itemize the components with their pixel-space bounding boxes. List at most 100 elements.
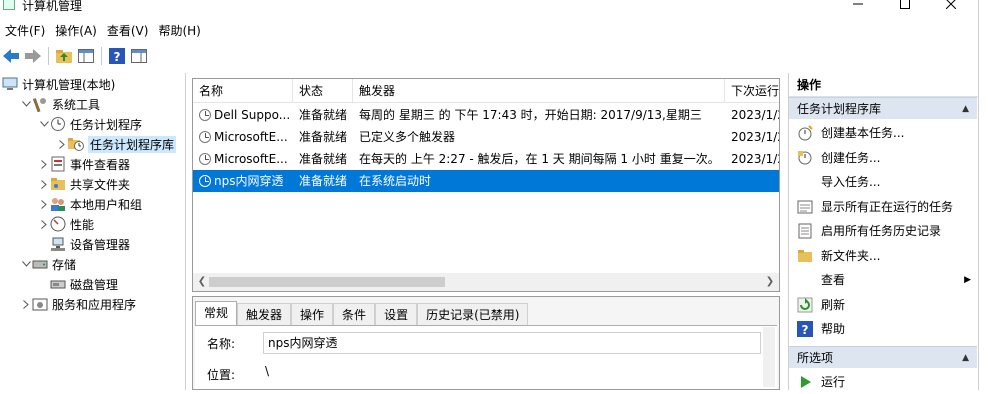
chevron-right-icon[interactable] — [38, 218, 50, 230]
close-button[interactable] — [928, 0, 974, 14]
chevron-right-icon[interactable] — [20, 298, 32, 310]
chevron-right-icon[interactable] — [38, 178, 50, 190]
task-cell-next: 2023/1/2 — [731, 104, 779, 126]
tree-node[interactable]: 任务计划程序 — [38, 114, 142, 134]
task-cell-name: MicrosoftE... — [199, 126, 293, 148]
tree-node[interactable]: 系统工具 — [20, 94, 100, 114]
console-tree-icon — [78, 49, 94, 63]
task-cell-text: 2023/1/2 — [731, 108, 779, 122]
column-header-status[interactable]: 状态 — [293, 79, 353, 103]
minimize-button[interactable] — [835, 0, 881, 14]
task-cell-text: Dell Suppo... — [214, 108, 291, 122]
tab-general[interactable]: 常规 — [195, 301, 238, 325]
chevron-right-icon[interactable] — [38, 158, 50, 170]
menu-file[interactable]: 文件(F) — [0, 20, 50, 42]
scroll-right-icon[interactable]: ❯ — [763, 275, 777, 289]
menu-help[interactable]: 帮助(H) — [153, 20, 205, 42]
column-header-next-run[interactable]: 下次运行 — [725, 79, 779, 103]
task-cell-trigger: 每周的 星期三 的 下午 17:43 时，开始日期: 2017/9/13,星期三 — [359, 104, 725, 126]
action-item[interactable]: 启用所有任务历史记录 — [789, 219, 977, 243]
action-item[interactable]: 新文件夹... — [789, 244, 977, 268]
tree-node[interactable]: 任务计划程序库 — [56, 134, 177, 154]
console-tree: 计算机管理(本地) 系统工具 任务计划程序 任务计划程序库 事件查看器 共享文件夹 本地用户… — [0, 73, 186, 390]
tree-node[interactable]: 性能 — [38, 214, 94, 234]
actions-title: 操作 — [789, 73, 979, 97]
tree-node-label: 性能 — [70, 217, 95, 232]
action-item[interactable]: 创建基本任务... — [789, 121, 977, 145]
refresh-icon — [797, 297, 813, 313]
name-label: 名称: — [207, 337, 236, 351]
action-item[interactable]: 运行 — [789, 370, 977, 394]
action-item[interactable]: 查看 ▶ — [789, 268, 977, 292]
tab-settings[interactable]: 设置 — [375, 303, 418, 325]
chevron-down-icon[interactable] — [20, 258, 32, 270]
column-header-name[interactable]: 名称 — [193, 79, 293, 103]
scroll-left-icon[interactable]: ❮ — [195, 275, 209, 289]
actions-section-library[interactable]: 任务计划程序库 ▲ — [789, 97, 977, 119]
back-button[interactable] — [2, 47, 20, 65]
show-hide-tree-button[interactable] — [77, 47, 95, 65]
up-folder-button[interactable] — [55, 47, 73, 65]
help-toolbar-button[interactable]: ? — [108, 47, 126, 65]
tree-node[interactable]: 共享文件夹 — [38, 174, 130, 194]
task-cell-name: MicrosoftE... — [199, 148, 293, 170]
chevron-down-icon[interactable] — [38, 118, 50, 130]
name-field[interactable]: nps内网穿透 — [263, 332, 761, 354]
task-cell-name: nps内网穿透 — [199, 170, 293, 192]
chevron-down-icon[interactable] — [20, 98, 32, 110]
task-cell-text: nps内网穿透 — [214, 174, 284, 188]
action-item[interactable]: 显示所有正在运行的任务 — [789, 195, 977, 219]
action-item-label: 启用所有任务历史记录 — [821, 224, 942, 238]
action-item[interactable]: 导入任务... — [789, 170, 977, 194]
storage-icon — [32, 256, 48, 272]
task-cell-text: 准备就绪 — [299, 108, 348, 122]
task-cell-text: 准备就绪 — [299, 152, 348, 166]
task-clock-icon — [199, 131, 211, 143]
tree-node[interactable]: 计算机管理(本地) — [2, 74, 115, 94]
tree-node[interactable]: 事件查看器 — [38, 154, 130, 174]
minimize-icon — [853, 3, 863, 5]
task-row[interactable]: MicrosoftE... 准备就绪 在每天的 上午 2:27 - 触发后，在 1 … — [193, 148, 779, 170]
column-header-trigger[interactable]: 触发器 — [353, 79, 725, 103]
task-cell-name: Dell Suppo... — [199, 104, 293, 126]
tab-conditions[interactable]: 条件 — [333, 303, 376, 325]
actions-section-selected[interactable]: 所选项 ▲ — [789, 346, 977, 368]
tree-node-label: 设备管理器 — [70, 237, 131, 252]
menu-action[interactable]: 操作(A) — [50, 20, 102, 42]
tab-history[interactable]: 历史记录(已禁用) — [417, 303, 529, 325]
task-cell-text: 准备就绪 — [299, 174, 348, 188]
collapse-icon[interactable]: ▲ — [962, 98, 969, 120]
tree-node[interactable]: 设备管理器 — [38, 234, 130, 254]
action-item-label: 查看 — [821, 273, 846, 287]
tree-node[interactable]: 存储 — [20, 254, 76, 274]
scrollbar-thumb[interactable] — [209, 277, 445, 287]
event-viewer-icon — [50, 156, 66, 172]
tree-node[interactable]: 本地用户和组 — [38, 194, 142, 214]
tab-actions[interactable]: 操作 — [291, 303, 334, 325]
task-row[interactable]: nps内网穿透 准备就绪 在系统启动时 — [193, 170, 779, 192]
chevron-right-icon[interactable] — [56, 138, 68, 150]
task-row[interactable]: MicrosoftE... 准备就绪已定义多个触发器 2023/1/2 — [193, 126, 779, 148]
action-item[interactable]: 刷新 — [789, 293, 977, 317]
computer-management-icon — [2, 76, 18, 92]
horizontal-scrollbar[interactable]: ❮ ❯ — [193, 273, 779, 291]
action-item[interactable]: ? 帮助 — [789, 317, 977, 341]
performance-icon — [50, 216, 66, 232]
collapse-icon[interactable]: ▲ — [962, 347, 969, 369]
chevron-right-icon[interactable] — [38, 198, 50, 210]
task-row[interactable]: Dell Suppo... 准备就绪 每周的 星期三 的 下午 17:43 时，开始… — [193, 104, 779, 126]
action-item-label: 运行 — [821, 375, 846, 389]
forward-button[interactable] — [24, 47, 42, 65]
tree-node[interactable]: 服务和应用程序 — [20, 294, 136, 314]
history-icon — [797, 223, 813, 239]
maximize-button[interactable] — [882, 0, 928, 14]
app-icon — [3, 0, 15, 10]
details-vertical-scrollbar[interactable] — [763, 327, 775, 387]
tab-triggers[interactable]: 触发器 — [237, 303, 292, 325]
action-item[interactable]: 创建任务... — [789, 146, 977, 170]
menu-view[interactable]: 查看(V) — [102, 20, 154, 42]
show-action-pane-button[interactable] — [130, 47, 148, 65]
tree-node[interactable]: 磁盘管理 — [38, 274, 118, 294]
tree-node-label: 磁盘管理 — [70, 277, 119, 292]
